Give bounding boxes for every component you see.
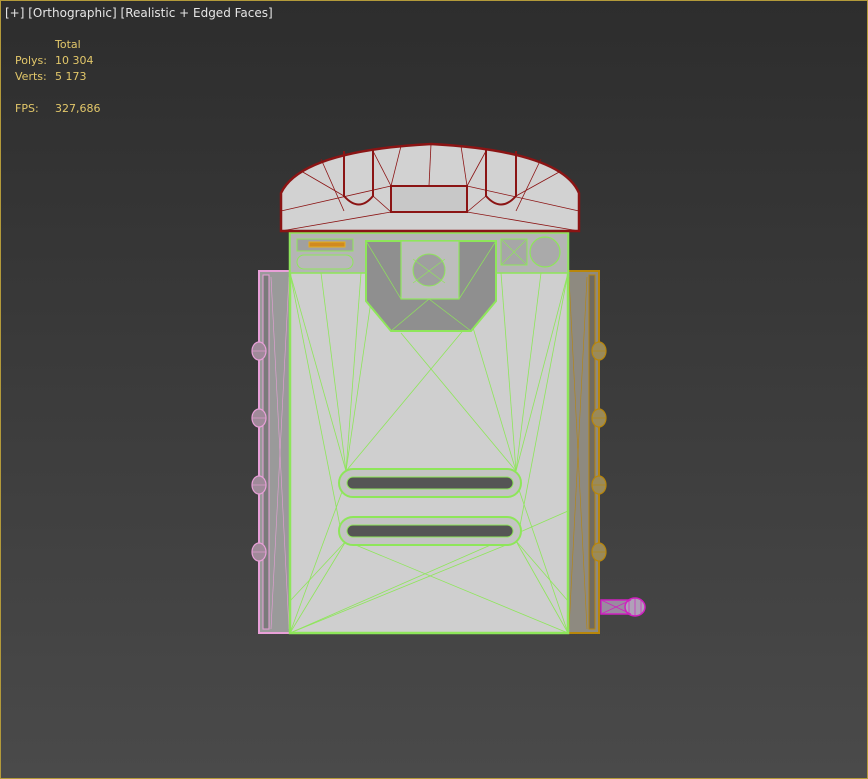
phone-body[interactable] (288, 231, 570, 635)
crank-knob[interactable] (600, 597, 646, 617)
left-side-panel[interactable] (251, 270, 292, 634)
phone-model-render[interactable] (1, 1, 867, 778)
viewport[interactable]: [+] [Orthographic] [Realistic + Edged Fa… (0, 0, 868, 779)
right-side-panel[interactable] (566, 270, 607, 634)
handset[interactable] (279, 142, 581, 233)
